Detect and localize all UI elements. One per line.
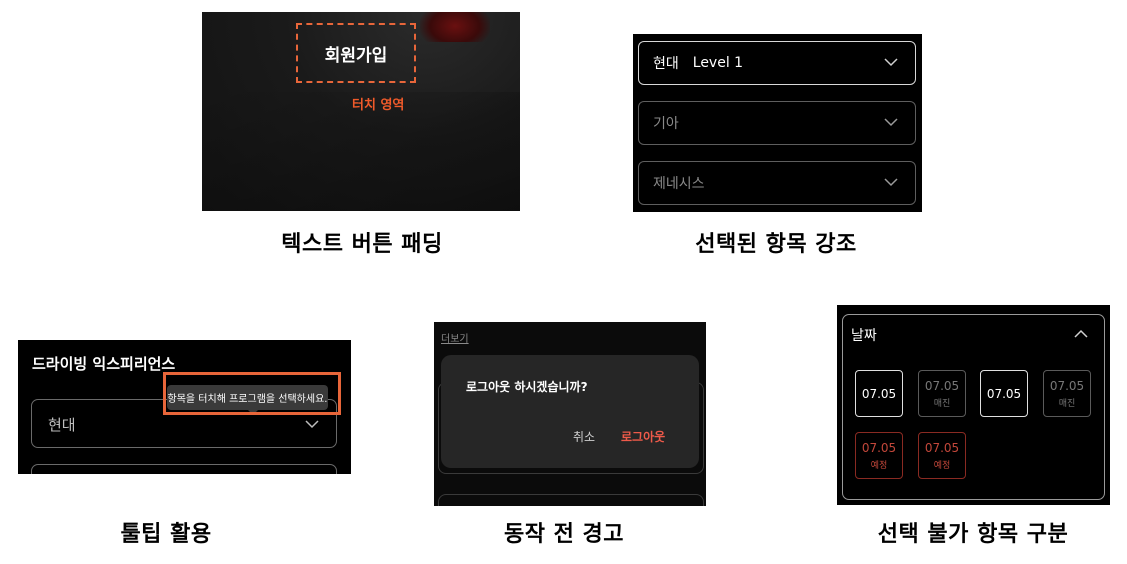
date-chip-status: 매진 [1058, 398, 1076, 409]
highlight-frame [163, 372, 341, 415]
date-chip-status: 매진 [933, 398, 951, 409]
chevron-up-icon[interactable] [1074, 329, 1088, 339]
date-chip-scheduled: 07.05 예정 [855, 432, 903, 479]
touch-area-label: 터치 영역 [352, 98, 405, 113]
dialog-message: 로그아웃 하시겠습니까? [466, 380, 588, 394]
date-chip-status: 예정 [870, 460, 888, 471]
chevron-down-icon [884, 58, 898, 67]
dropdown-sublabel: Level 1 [692, 55, 744, 71]
caption-unavailable-item-distinction: 선택 불가 항목 구분 [877, 522, 1069, 547]
date-chip-date: 07.05 [924, 378, 960, 393]
signup-example-panel: 회원가입 터치 영역 [202, 12, 520, 211]
dropdown-list-panel: 현대 Level 1 기아 제네시스 [633, 34, 922, 212]
background-card [438, 494, 704, 506]
section-title: 드라이빙 익스피리언스 [32, 355, 176, 373]
logout-button[interactable]: 로그아웃 [621, 428, 665, 445]
car-image [420, 12, 490, 42]
chevron-down-icon [884, 178, 898, 187]
caption-text-button-padding: 텍스트 버튼 패딩 [281, 232, 443, 257]
chevron-down-icon [884, 118, 898, 127]
date-chip-date: 07.05 [1049, 378, 1085, 393]
date-chip-date: 07.05 [861, 440, 897, 455]
date-chip-soldout: 07.05 매진 [1043, 370, 1091, 417]
dropdown-label: 제네시스 [653, 176, 705, 192]
date-chip-soldout: 07.05 매진 [918, 370, 966, 417]
date-selector-panel: 날짜 07.05 07.05 매진 07.05 07.05 매진 07.05 예… [837, 305, 1110, 505]
dropdown-kia[interactable]: 기아 [638, 101, 916, 145]
date-chip-available[interactable]: 07.05 [980, 370, 1028, 417]
date-chip-status: 예정 [933, 460, 951, 471]
caption-pre-action-warning: 동작 전 경고 [503, 522, 625, 547]
signup-button[interactable]: 회원가입 [296, 23, 416, 83]
dropdown-genesis[interactable]: 제네시스 [638, 161, 916, 205]
chevron-down-icon [305, 420, 319, 429]
date-chip-scheduled: 07.05 예정 [918, 432, 966, 479]
dropdown-label: 기아 [653, 116, 679, 132]
signup-button-label: 회원가입 [324, 45, 388, 66]
date-chip-date: 07.05 [861, 386, 897, 401]
dropdown-hyundai[interactable]: 현대 Level 1 [638, 41, 916, 85]
confirm-dialog: 로그아웃 하시겠습니까? 취소 로그아웃 [441, 355, 699, 468]
cancel-button[interactable]: 취소 [573, 428, 595, 445]
date-chip-date: 07.05 [986, 386, 1022, 401]
caption-tooltip-usage: 툴팁 활용 [120, 522, 212, 547]
date-chip-date: 07.05 [924, 440, 960, 455]
field-value: 현대 [48, 416, 76, 434]
caption-selected-item-emphasis: 선택된 항목 강조 [695, 232, 857, 257]
date-header: 날짜 [851, 328, 877, 344]
date-chip-available[interactable]: 07.05 [855, 370, 903, 417]
dropdown-label: 현대 [653, 56, 679, 72]
second-select-field[interactable] [31, 464, 337, 474]
logout-dialog-panel: 더보기 로그아웃 하시겠습니까? 취소 로그아웃 [434, 322, 706, 506]
tooltip-example-panel: 드라이빙 익스피리언스 현대 항목을 터치해 프로그램을 선택하세요. [18, 340, 351, 474]
more-link[interactable]: 더보기 [441, 330, 469, 345]
